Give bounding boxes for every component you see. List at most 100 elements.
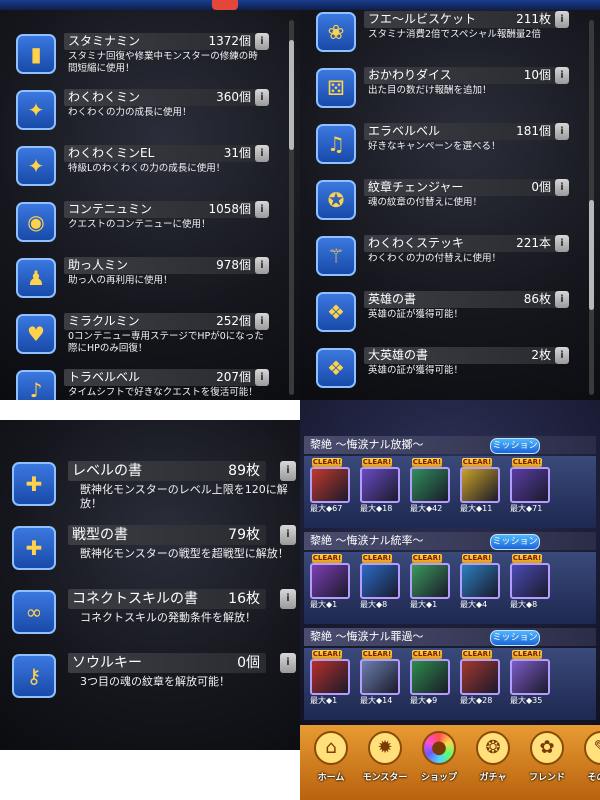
item-count: 0個 bbox=[531, 180, 551, 194]
party-monster[interactable]: CLEAR! 最大◆35 bbox=[510, 650, 550, 708]
party-monster[interactable]: CLEAR! 最大◆1 bbox=[310, 650, 350, 708]
item-row[interactable]: ❀ フエ～ルビスケット 211枚 スタミナ消費2倍でスペシャル報酬量2倍 i bbox=[312, 8, 577, 56]
info-button[interactable]: i bbox=[255, 313, 269, 330]
clear-badge: CLEAR! bbox=[362, 554, 392, 563]
stamina-can-icon: ▮ bbox=[16, 34, 56, 74]
item-row[interactable]: ♥ ミラクルミン 252個 0コンテニュー専用ステージでHPが0になった際にHPのみ回… bbox=[12, 310, 277, 358]
item-row[interactable]: ∞ コネクトスキルの書 16枚 コネクトスキルの発動条件を解放！ i bbox=[8, 584, 298, 642]
scrollbar-thumb[interactable] bbox=[589, 200, 594, 310]
nav-label: ホーム bbox=[317, 773, 345, 783]
item-row[interactable]: ✦ わくわくミン 360個 わくわくの力の成長に使用！ i bbox=[12, 86, 277, 134]
party-monster[interactable]: CLEAR! 最大◆8 bbox=[360, 554, 400, 612]
monster-level: 最大◆67 bbox=[310, 504, 343, 513]
item-name-bar: ミラクルミン 252個 bbox=[64, 313, 257, 330]
item-name-bar: わくわくミン 360個 bbox=[64, 89, 257, 106]
mission-button[interactable]: ミッション bbox=[490, 438, 540, 454]
party-monster[interactable]: CLEAR! 最大◆1 bbox=[310, 554, 350, 612]
info-button[interactable]: i bbox=[555, 11, 569, 28]
scrollbar-thumb[interactable] bbox=[289, 40, 294, 150]
info-button[interactable]: i bbox=[280, 653, 296, 673]
item-name-bar: スタミナミン 1372個 bbox=[64, 33, 257, 50]
item-count: 0個 bbox=[237, 655, 260, 671]
nav-button-0[interactable]: ⌂ ホーム bbox=[304, 727, 358, 799]
party-monster[interactable]: CLEAR! 最大◆18 bbox=[360, 458, 400, 516]
item-row[interactable]: ❖ 英雄の書 86枚 英雄の証が獲得可能！ i bbox=[312, 288, 577, 336]
quest-card[interactable]: 黎絶 ～悔涙ナル放擲～ ミッション CLEAR! 最大◆67 CLEAR! 最大◆18 CL… bbox=[300, 434, 600, 529]
nav-button-3[interactable]: ❂ ガチャ bbox=[466, 727, 520, 799]
item-name: コネクトスキルの書 bbox=[72, 591, 198, 607]
info-button[interactable]: i bbox=[255, 257, 269, 274]
nav-button-4[interactable]: ✿ フレンド bbox=[520, 727, 574, 799]
info-button[interactable]: i bbox=[280, 461, 296, 481]
party-monster[interactable]: CLEAR! 最大◆4 bbox=[460, 554, 500, 612]
info-button[interactable]: i bbox=[280, 525, 296, 545]
info-button[interactable]: i bbox=[555, 179, 569, 196]
party-monster[interactable]: CLEAR! 最大◆1 bbox=[410, 554, 450, 612]
item-description: 獣神化モンスターのレベル上限を120に解放！ bbox=[80, 483, 288, 510]
info-button[interactable]: i bbox=[255, 145, 269, 162]
party-monster[interactable]: CLEAR! 最大◆28 bbox=[460, 650, 500, 708]
item-row[interactable]: ▮ スタミナミン 1372個 スタミナ回復や修業中モンスターの修練の時間短縮に使用！ i bbox=[12, 30, 277, 78]
item-row[interactable]: ✚ 戦型の書 79枚 獣神化モンスターの戦型を超戦型に解放！ i bbox=[8, 520, 298, 578]
quest-card[interactable]: 黎絶 ～悔涙ナル罪過～ ミッション CLEAR! 最大◆1 CLEAR! 最大◆14 CLE… bbox=[300, 626, 600, 721]
nav-label: その他 bbox=[587, 773, 600, 783]
item-name: わくわくミンEL bbox=[68, 146, 155, 160]
item-row[interactable]: ♫ エラベルベル 181個 好きなキャンペーンを選べる！ i bbox=[312, 120, 577, 168]
info-button[interactable]: i bbox=[555, 123, 569, 140]
party-monster[interactable]: CLEAR! 最大◆11 bbox=[460, 458, 500, 516]
party-monster[interactable]: CLEAR! 最大◆71 bbox=[510, 458, 550, 516]
party-monster[interactable]: CLEAR! 最大◆42 bbox=[410, 458, 450, 516]
connect-skill-book-icon: ∞ bbox=[12, 590, 56, 634]
nav-button-2[interactable]: ● ショップ bbox=[412, 727, 466, 799]
monster-level: 最大◆1 bbox=[310, 600, 338, 609]
monster-portrait bbox=[510, 563, 550, 599]
header-tab[interactable] bbox=[212, 0, 238, 10]
party-monster[interactable]: CLEAR! 最大◆67 bbox=[310, 458, 350, 516]
info-button[interactable]: i bbox=[555, 347, 569, 364]
nav-label: フレンド bbox=[528, 773, 565, 783]
item-row[interactable]: ♪ トラベルベル 207個 タイムシフトで好きなクエストを復活可能！ i bbox=[12, 366, 277, 400]
item-description: クエストのコンテニューに使用！ bbox=[68, 219, 211, 230]
mission-button[interactable]: ミッション bbox=[490, 534, 540, 550]
item-row[interactable]: ♟ 助っ人ミン 978個 助っ人の再利用に使用！ i bbox=[12, 254, 277, 302]
party-monster[interactable]: CLEAR! 最大◆14 bbox=[360, 650, 400, 708]
info-button[interactable]: i bbox=[255, 201, 269, 218]
party-monster[interactable]: CLEAR! 最大◆8 bbox=[510, 554, 550, 612]
info-button[interactable]: i bbox=[280, 589, 296, 609]
item-row[interactable]: ❖ 大英雄の書 2枚 英雄の証が獲得可能！ i bbox=[312, 344, 577, 392]
mission-button[interactable]: ミッション bbox=[490, 630, 540, 646]
item-name: スタミナミン bbox=[68, 34, 141, 48]
item-description: 3つ目の魂の紋章を解放可能！ bbox=[80, 675, 230, 688]
item-name: レベルの書 bbox=[72, 463, 142, 479]
item-description: 出た目の数だけ報酬を追加！ bbox=[368, 85, 492, 96]
info-button[interactable]: i bbox=[255, 369, 269, 386]
monster-portrait bbox=[510, 467, 550, 503]
info-button[interactable]: i bbox=[555, 235, 569, 252]
party-monster[interactable]: CLEAR! 最大◆9 bbox=[410, 650, 450, 708]
item-row[interactable]: ⚄ おかわりダイス 10個 出た目の数だけ報酬を追加！ i bbox=[312, 64, 577, 112]
item-row[interactable]: ⚷ ソウルキー 0個 3つ目の魂の紋章を解放可能！ i bbox=[8, 648, 298, 706]
nav-button-1[interactable]: ✹ モンスター bbox=[358, 727, 412, 799]
item-count: 86枚 bbox=[523, 292, 551, 306]
friend-icon: ✿ bbox=[530, 731, 564, 765]
item-row[interactable]: ⚚ わくわくステッキ 221本 わくわくの力の付替えに使用！ i bbox=[312, 232, 577, 280]
info-button[interactable]: i bbox=[555, 67, 569, 84]
nav-button-5[interactable]: ✎ その他 bbox=[574, 727, 600, 799]
item-row[interactable]: ✪ 紋章チェンジャー 0個 魂の紋章の付替えに使用！ i bbox=[312, 176, 577, 224]
item-row[interactable]: ✦ わくわくミンEL 31個 特級Lのわくわくの力の成長に使用！ i bbox=[12, 142, 277, 190]
item-row[interactable]: ✚ レベルの書 89枚 獣神化モンスターのレベル上限を120に解放！ i bbox=[8, 456, 298, 514]
soul-key-icon: ⚷ bbox=[12, 654, 56, 698]
quest-card[interactable]: 黎絶 ～悔涙ナル統率～ ミッション CLEAR! 最大◆1 CLEAR! 最大◆8 CLEA… bbox=[300, 530, 600, 625]
travel-bell-icon: ♪ bbox=[16, 370, 56, 400]
info-button[interactable]: i bbox=[555, 291, 569, 308]
item-name: 助っ人ミン bbox=[68, 258, 129, 272]
item-row[interactable]: ◉ コンテニュミン 1058個 クエストのコンテニューに使用！ i bbox=[12, 198, 277, 246]
item-name: 英雄の書 bbox=[368, 292, 417, 306]
item-count: 221本 bbox=[516, 236, 551, 250]
item-count: 16枚 bbox=[228, 591, 260, 607]
home-icon: ⌂ bbox=[314, 731, 348, 765]
info-button[interactable]: i bbox=[255, 33, 269, 50]
clear-badge: CLEAR! bbox=[362, 458, 392, 467]
monster-portrait bbox=[360, 563, 400, 599]
info-button[interactable]: i bbox=[255, 89, 269, 106]
